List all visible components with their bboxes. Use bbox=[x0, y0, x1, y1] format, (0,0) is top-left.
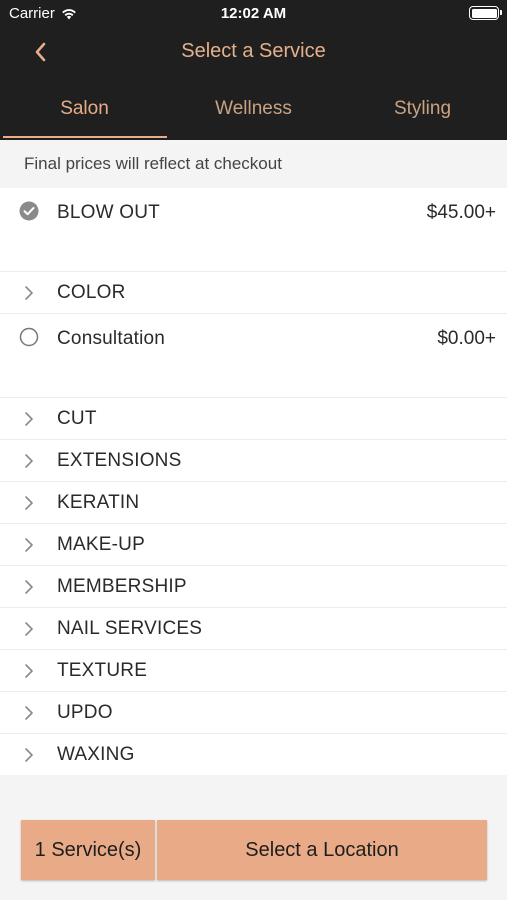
service-price: $45.00+ bbox=[426, 202, 496, 223]
category-label: NAIL SERVICES bbox=[57, 618, 203, 639]
chevron-right-icon bbox=[25, 580, 33, 594]
category-label: COLOR bbox=[57, 282, 126, 303]
nav-bar: Select a Service bbox=[0, 30, 507, 75]
service-list: BLOW OUT $45.00+ COLOR Consultation $0.0… bbox=[0, 188, 507, 776]
category-texture[interactable]: TEXTURE bbox=[0, 650, 507, 692]
page-title: Select a Service bbox=[181, 40, 326, 62]
service-item-blow-out[interactable]: BLOW OUT $45.00+ bbox=[0, 188, 507, 272]
chevron-right-icon bbox=[25, 538, 33, 552]
category-extensions[interactable]: EXTENSIONS bbox=[0, 440, 507, 482]
radio-unselected-icon bbox=[19, 327, 39, 347]
tab-wellness[interactable]: Wellness bbox=[169, 84, 338, 140]
category-keratin[interactable]: KERATIN bbox=[0, 482, 507, 524]
price-notice: Final prices will reflect at checkout bbox=[0, 140, 507, 188]
tab-styling[interactable]: Styling bbox=[338, 84, 507, 140]
category-label: WAXING bbox=[57, 744, 135, 765]
category-label: UPDO bbox=[57, 702, 113, 723]
tab-salon[interactable]: Salon bbox=[0, 84, 169, 140]
category-waxing[interactable]: WAXING bbox=[0, 734, 507, 776]
chevron-right-icon bbox=[25, 412, 33, 426]
service-label: Consultation bbox=[57, 328, 166, 349]
selected-services-button[interactable]: 1 Service(s) bbox=[21, 820, 155, 880]
app-header: Carrier 12:02 AM Select a Service Salon … bbox=[0, 0, 507, 140]
category-color[interactable]: COLOR bbox=[0, 272, 507, 314]
chevron-right-icon bbox=[25, 454, 33, 468]
category-label: KERATIN bbox=[57, 492, 140, 513]
chevron-right-icon bbox=[25, 286, 33, 300]
category-label: MAKE-UP bbox=[57, 534, 145, 555]
service-price: $0.00+ bbox=[437, 328, 496, 349]
service-tabs: Salon Wellness Styling bbox=[0, 84, 507, 140]
category-label: CUT bbox=[57, 408, 97, 429]
category-membership[interactable]: MEMBERSHIP bbox=[0, 566, 507, 608]
status-time: 12:02 AM bbox=[220, 5, 287, 22]
battery-icon bbox=[469, 6, 502, 20]
checkmark-circle-icon bbox=[19, 201, 39, 221]
category-updo[interactable]: UPDO bbox=[0, 692, 507, 734]
chevron-right-icon bbox=[25, 664, 33, 678]
chevron-right-icon bbox=[25, 496, 33, 510]
category-nail-services[interactable]: NAIL SERVICES bbox=[0, 608, 507, 650]
status-bar: Carrier 12:02 AM bbox=[0, 0, 507, 30]
select-location-button[interactable]: Select a Location bbox=[157, 820, 487, 880]
category-make-up[interactable]: MAKE-UP bbox=[0, 524, 507, 566]
service-item-consultation[interactable]: Consultation $0.00+ bbox=[0, 314, 507, 398]
bottom-bar: 1 Service(s) Select a Location bbox=[0, 775, 507, 900]
service-label: BLOW OUT bbox=[57, 202, 160, 223]
category-label: MEMBERSHIP bbox=[57, 576, 187, 597]
chevron-right-icon bbox=[25, 748, 33, 762]
category-label: TEXTURE bbox=[57, 660, 148, 681]
chevron-right-icon bbox=[25, 706, 33, 720]
category-cut[interactable]: CUT bbox=[0, 398, 507, 440]
category-label: EXTENSIONS bbox=[57, 450, 182, 471]
chevron-right-icon bbox=[25, 622, 33, 636]
